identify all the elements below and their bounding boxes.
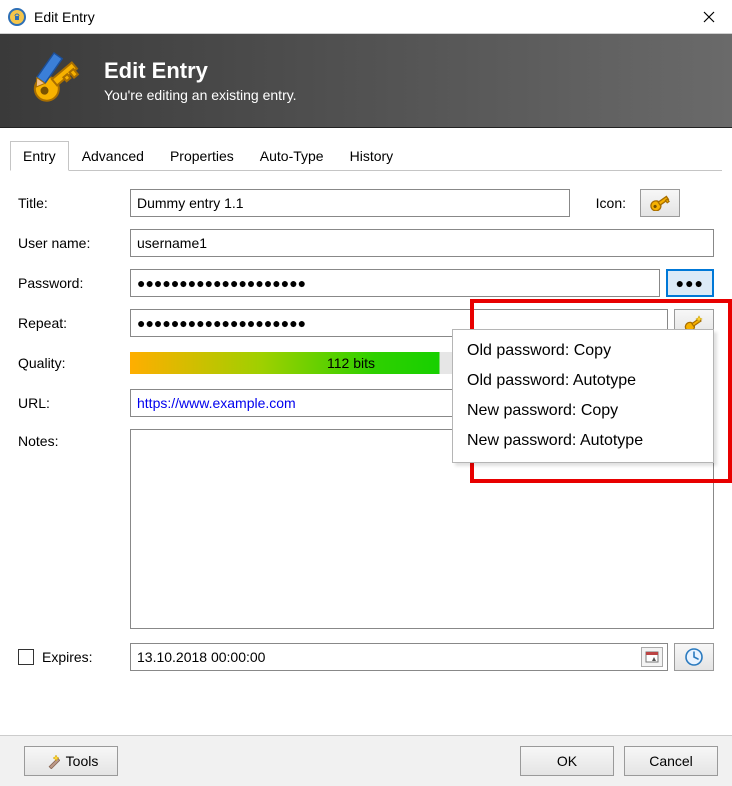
- wand-icon: [44, 753, 60, 769]
- label-title: Title:: [18, 195, 130, 211]
- expires-preset-button[interactable]: [674, 643, 714, 671]
- expires-value: 13.10.2018 00:00:00: [135, 649, 641, 665]
- show-password-button[interactable]: ●●●: [666, 269, 714, 297]
- tabstrip: Entry Advanced Properties Auto-Type Hist…: [10, 140, 722, 171]
- tab-advanced[interactable]: Advanced: [69, 141, 157, 171]
- menu-new-autotype[interactable]: New password: Autotype: [453, 426, 713, 456]
- menu-old-copy[interactable]: Old password: Copy: [453, 336, 713, 366]
- dots-icon: ●●●: [676, 275, 704, 291]
- tools-label: Tools: [66, 753, 99, 769]
- banner-title: Edit Entry: [104, 58, 297, 84]
- header-banner: Edit Entry You're editing an existing en…: [0, 34, 732, 128]
- key-edit-icon: [24, 49, 88, 113]
- title-input[interactable]: [130, 189, 570, 217]
- expires-checkbox[interactable]: [18, 649, 34, 665]
- window-title: Edit Entry: [34, 9, 686, 25]
- label-icon: Icon:: [582, 195, 626, 211]
- label-expires: Expires:: [42, 649, 93, 665]
- menu-new-copy[interactable]: New password: Copy: [453, 396, 713, 426]
- cancel-button[interactable]: Cancel: [624, 746, 718, 776]
- tab-autotype[interactable]: Auto-Type: [247, 141, 337, 171]
- tab-properties[interactable]: Properties: [157, 141, 247, 171]
- dialog-footer: Tools OK Cancel: [0, 735, 732, 786]
- app-icon: [8, 8, 26, 26]
- ok-button[interactable]: OK: [520, 746, 614, 776]
- label-url: URL:: [18, 395, 130, 411]
- label-quality: Quality:: [18, 355, 130, 371]
- tab-entry[interactable]: Entry: [10, 141, 69, 171]
- clock-icon: [684, 647, 704, 667]
- banner-subtitle: You're editing an existing entry.: [104, 87, 297, 103]
- key-icon: [649, 195, 671, 211]
- label-notes: Notes:: [18, 429, 130, 449]
- close-button[interactable]: [686, 0, 732, 34]
- username-input[interactable]: [130, 229, 714, 257]
- tab-history[interactable]: History: [337, 141, 407, 171]
- tools-button[interactable]: Tools: [24, 746, 118, 776]
- titlebar: Edit Entry: [0, 0, 732, 34]
- icon-picker-button[interactable]: [640, 189, 680, 217]
- label-repeat: Repeat:: [18, 315, 130, 331]
- calendar-dropdown-icon[interactable]: [641, 647, 663, 667]
- expires-datepicker[interactable]: 13.10.2018 00:00:00: [130, 643, 668, 671]
- quality-bits: 112 bits: [327, 355, 375, 371]
- password-input[interactable]: [130, 269, 660, 297]
- label-password: Password:: [18, 275, 130, 291]
- label-username: User name:: [18, 235, 130, 251]
- password-change-menu: Old password: Copy Old password: Autotyp…: [452, 329, 714, 463]
- menu-old-autotype[interactable]: Old password: Autotype: [453, 366, 713, 396]
